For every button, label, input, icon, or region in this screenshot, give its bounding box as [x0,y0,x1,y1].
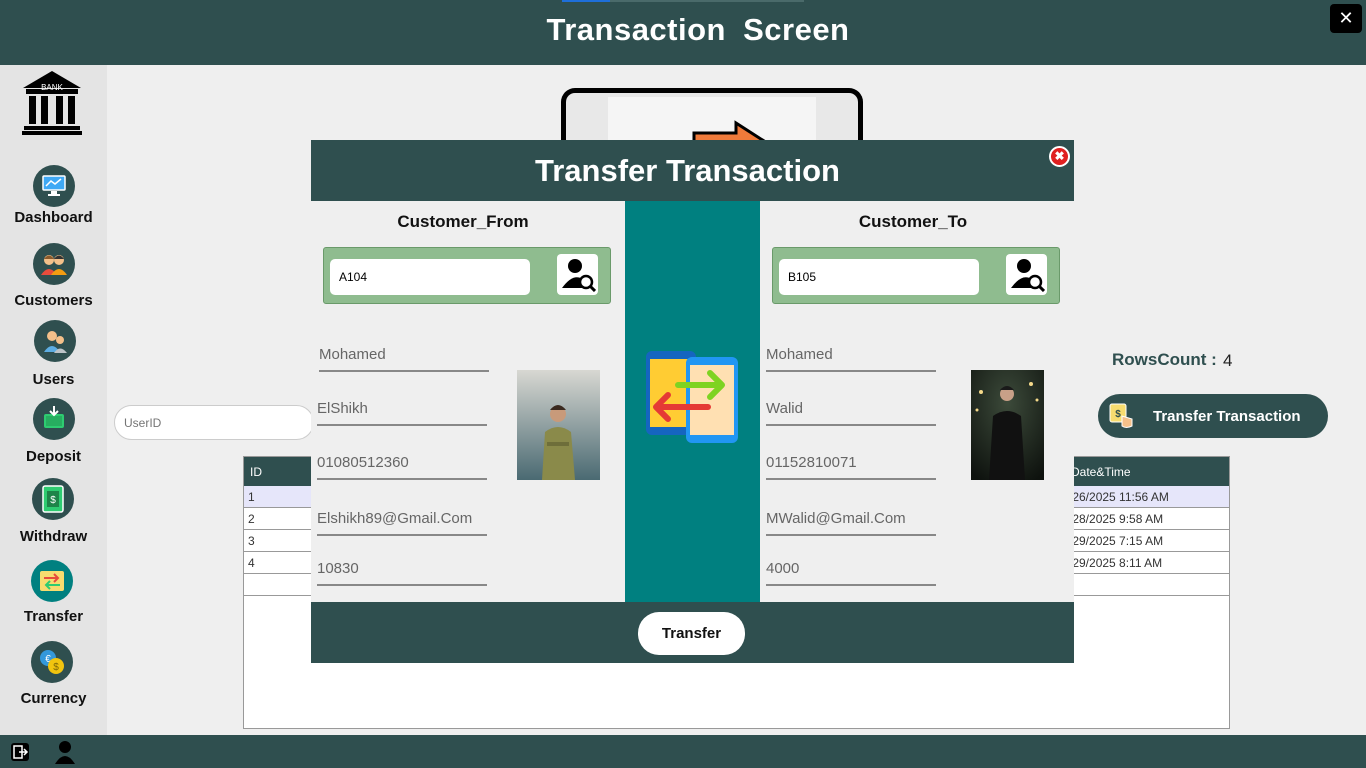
customer-to-search-panel [772,247,1060,304]
field-value: 01152810071 [766,454,857,471]
dialog-title: Transfer Transaction [535,153,840,188]
dialog-center-panel [625,201,760,602]
cell-datetime: /28/2025 9:58 AM [1069,512,1164,526]
transfer-button[interactable]: Transfer [638,612,745,655]
customer-from-first-name: Mohamed [319,346,489,372]
customer-from-search-button[interactable] [557,254,598,295]
customer-to-search-input[interactable] [779,259,979,295]
transfer-transaction-label: Transfer Transaction [1153,408,1301,425]
sidebar-item-transfer[interactable]: Transfer [0,560,107,626]
bank-logo-icon: BANK [22,70,82,141]
customers-icon [33,243,75,285]
customer-from-email: Elshikh89@Gmail.Com [317,510,487,536]
dashboard-icon [33,165,75,207]
customer-from-photo [517,370,600,480]
phone-transfer-icon [646,351,738,443]
customer-from-last-name: ElShikh [317,400,487,426]
dialog-header: Transfer Transaction ✖ [311,140,1074,201]
rows-count-value: 4 [1223,351,1233,370]
customer-from-search-panel [323,247,611,304]
customer-to-photo [971,370,1044,480]
field-value: Elshikh89@Gmail.Com [317,510,473,527]
cell-id: 2 [248,512,255,526]
customer-from-phone: 01080512360 [317,454,487,480]
transfer-hand-icon: $ [1109,403,1133,428]
sidebar-item-label: Currency [20,690,87,707]
withdraw-icon: $ [32,478,74,520]
sidebar: BANK Dashboard Customers Users Deposit $… [0,65,107,735]
column-header-datetime[interactable]: Date&Time [1071,465,1131,479]
title-bar: Transaction Screen [0,0,1366,65]
sidebar-item-label: Deposit [25,448,81,465]
svg-text:$: $ [53,662,59,673]
field-value: Walid [766,400,803,417]
cell-datetime: /29/2025 8:11 AM [1069,556,1163,570]
sidebar-item-label: Transfer [23,608,84,625]
page-title: Transaction Screen [546,12,850,47]
field-value: Mohamed [319,346,386,363]
field-value: Mohamed [766,346,833,363]
rows-count-label: RowsCount : [1112,350,1217,369]
customer-to-phone: 01152810071 [766,454,936,480]
svg-text:$: $ [1115,409,1121,420]
customer-to-first-name: Mohamed [766,346,936,372]
sidebar-item-label: Withdraw [19,528,88,545]
cell-id: 4 [248,556,255,570]
users-icon [34,320,76,362]
sidebar-item-label: Users [32,371,75,388]
deposit-icon [33,398,75,440]
field-value: 10830 [317,560,359,577]
svg-text:$: $ [50,495,56,506]
user-profile-icon[interactable] [55,740,75,764]
field-value: ElShikh [317,400,368,417]
title-accent-2 [610,0,804,2]
close-app-button[interactable]: ✕ [1330,4,1362,33]
cell-datetime: /26/2025 11:56 AM [1069,490,1169,504]
userid-search-input[interactable] [114,405,314,440]
cell-id: 3 [248,534,255,548]
user-search-icon [562,259,596,292]
customer-from-balance: 10830 [317,560,487,586]
customer-from-search-input[interactable] [330,259,530,295]
transfer-dialog: Transfer Transaction ✖ Customer_From Moh… [311,140,1074,663]
cell-datetime: /29/2025 7:15 AM [1069,534,1164,548]
sidebar-item-customers[interactable]: Customers [0,243,107,309]
customer-to-balance: 4000 [766,560,936,586]
transfer-icon [31,560,73,602]
bottom-bar [0,735,1366,768]
logout-icon[interactable] [10,742,30,762]
sidebar-item-withdraw[interactable]: $ Withdraw [0,478,107,545]
dialog-close-button[interactable]: ✖ [1049,146,1070,167]
field-value: 4000 [766,560,800,577]
customer-to-search-button[interactable] [1006,254,1047,295]
sidebar-item-currency[interactable]: € $ Currency [0,641,107,707]
bank-logo-text: BANK [41,83,63,92]
sidebar-item-label: Dashboard [14,209,93,226]
sidebar-item-label: Customers [14,292,93,309]
user-search-icon [1011,259,1045,292]
currency-icon: € $ [31,641,73,683]
customer-to-email: MWalid@Gmail.Com [766,510,936,536]
sidebar-item-deposit[interactable]: Deposit [0,398,107,465]
field-value: 01080512360 [317,454,409,471]
cell-id: 1 [248,490,255,504]
customer-to-last-name: Walid [766,400,936,426]
column-header-id[interactable]: ID [250,465,262,479]
transfer-transaction-button[interactable]: $ Transfer Transaction [1098,394,1328,438]
sidebar-item-users[interactable]: Users [0,320,107,388]
customer-to-title: Customer_To [858,212,968,231]
sidebar-item-dashboard[interactable]: Dashboard [0,165,107,227]
field-value: MWalid@Gmail.Com [766,510,906,527]
customer-from-title: Customer_From [397,212,529,231]
title-accent [562,0,610,2]
